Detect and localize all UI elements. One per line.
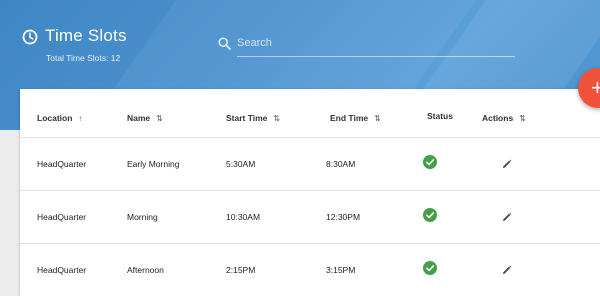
cell-name: Early Morning	[127, 159, 180, 169]
cell-end-time: 8:30AM	[326, 159, 356, 169]
column-label: Name	[127, 113, 151, 123]
column-header-end-time[interactable]: End Time ⇅	[330, 113, 381, 123]
cell-location: HeadQuarter	[37, 265, 87, 275]
column-label: Status	[427, 111, 453, 121]
total-count: Total Time Slots: 12	[46, 53, 121, 63]
cell-end-time: 3:15PM	[326, 265, 356, 275]
divider	[20, 190, 600, 191]
cell-start-time: 5:30AM	[226, 159, 256, 169]
sort-icon: ⇅	[273, 113, 281, 123]
check-circle-icon	[423, 208, 437, 222]
edit-pencil-icon[interactable]	[502, 212, 512, 222]
page-title: Time Slots	[45, 26, 127, 45]
column-label: Start Time	[226, 113, 268, 123]
edit-pencil-icon[interactable]	[502, 159, 512, 169]
cell-name: Afternoon	[127, 265, 164, 275]
check-circle-icon	[423, 155, 437, 169]
clock-icon	[22, 29, 38, 45]
search-icon	[218, 37, 231, 50]
cell-location: HeadQuarter	[37, 212, 87, 222]
column-header-start-time[interactable]: Start Time ⇅	[226, 113, 280, 123]
cell-end-time: 12:30PM	[326, 212, 361, 222]
cell-name: Morning	[127, 212, 158, 222]
column-header-name[interactable]: Name ⇅	[127, 113, 163, 123]
cell-start-time: 2:15PM	[226, 265, 256, 275]
check-circle-icon	[423, 261, 437, 275]
divider	[20, 243, 600, 244]
column-label: End Time	[330, 113, 369, 123]
column-header-actions[interactable]: Actions ⇅	[482, 113, 526, 123]
divider	[20, 137, 600, 138]
column-label: Actions	[482, 113, 514, 123]
search-input[interactable]	[237, 33, 515, 57]
edit-pencil-icon[interactable]	[502, 265, 512, 275]
sort-icon: ⇅	[519, 113, 526, 123]
column-label: Location	[37, 113, 73, 123]
column-header-location[interactable]: Location ↑	[37, 113, 82, 123]
column-header-status: Status	[427, 111, 453, 121]
sort-asc-icon: ↑	[78, 113, 83, 123]
sort-icon: ⇅	[156, 113, 163, 123]
cell-location: HeadQuarter	[37, 159, 87, 169]
cell-start-time: 10:30AM	[226, 212, 261, 222]
sort-icon: ⇅	[374, 113, 381, 123]
